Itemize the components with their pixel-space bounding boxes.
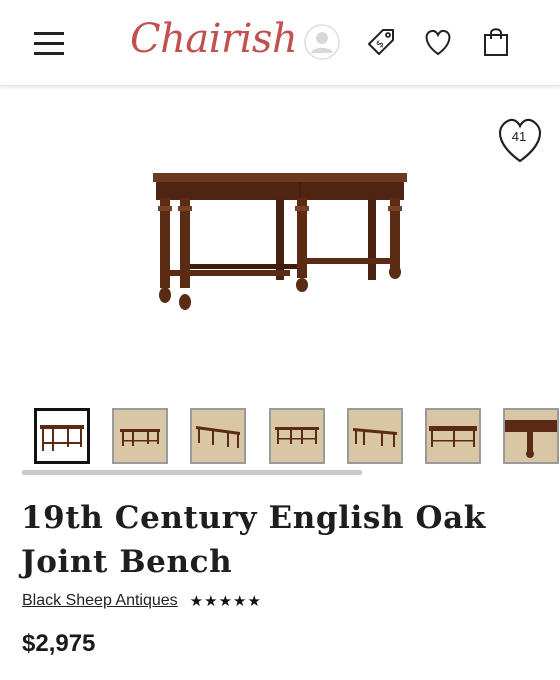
product-price: $2,975 [22, 630, 96, 657]
price-tag-icon[interactable]: $ [361, 22, 401, 62]
menu-icon[interactable] [34, 30, 66, 56]
chairish-logo[interactable]: Chairish [130, 16, 298, 62]
favorite-count: 41 [511, 129, 527, 144]
seller-row: Black Sheep Antiques ★★★★★ [22, 590, 262, 612]
thumbnail-2[interactable] [112, 408, 168, 464]
thumbnail-scrollbar[interactable] [22, 470, 362, 475]
avatar-icon[interactable] [302, 22, 342, 62]
seller-link[interactable]: Black Sheep Antiques [22, 592, 178, 610]
product-image[interactable] [0, 90, 560, 390]
thumbnail-strip[interactable] [0, 406, 560, 468]
heart-icon[interactable] [418, 22, 458, 62]
thumbnail-5[interactable] [347, 408, 403, 464]
seller-rating-stars: ★★★★★ [189, 592, 262, 610]
thumbnail-7[interactable] [503, 408, 559, 464]
thumbnail-1[interactable] [34, 408, 90, 464]
shopping-bag-icon[interactable] [476, 22, 516, 62]
thumbnail-4[interactable] [269, 408, 325, 464]
top-nav-bar: Chairish $ [0, 0, 560, 86]
product-title: 19th Century English Oak Joint Bench [21, 500, 486, 580]
thumbnail-6[interactable] [425, 408, 481, 464]
thumbnail-3[interactable] [190, 408, 246, 464]
favorite-button[interactable]: 41 [493, 114, 549, 166]
